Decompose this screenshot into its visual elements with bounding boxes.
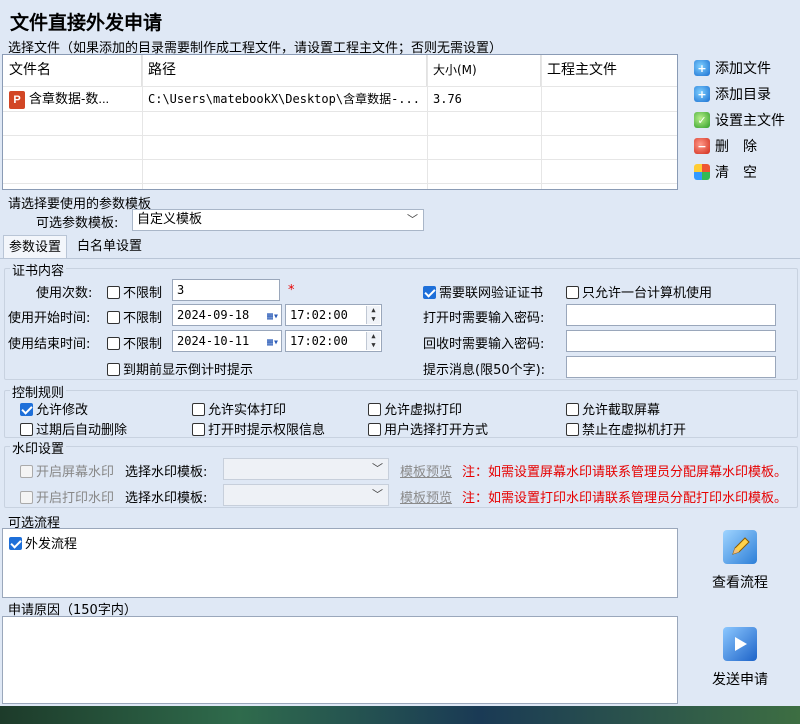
start-time-picker[interactable]: 17:02:00 ▲ ▼ — [285, 304, 382, 326]
send-arrow-icon — [723, 627, 757, 661]
start-time-label: 使用开始时间: — [8, 311, 91, 326]
screen-watermark-note: 注：如需设置屏幕水印请联系管理员分配屏幕水印模板。 — [462, 465, 788, 480]
clear-icon — [694, 164, 710, 180]
prompt-message-label: 提示消息(限50个字): — [423, 363, 546, 378]
one-computer-checkbox[interactable]: 只允许一台计算机使用 — [566, 282, 712, 301]
time-spinner-icon[interactable]: ▲ ▼ — [366, 306, 380, 324]
user-open-mode-checkbox[interactable]: 用户选择打开方式 — [368, 419, 488, 438]
column-header-name[interactable]: 文件名 — [3, 55, 142, 86]
template-select[interactable]: 自定义模板 ﹀ — [132, 209, 424, 231]
chevron-down-icon: ﹀ — [372, 462, 383, 475]
set-main-file-button[interactable]: ✓ 设置主文件 — [694, 109, 798, 131]
screen-template-preview-link[interactable]: 模板预览 — [400, 461, 452, 480]
pen-icon — [723, 530, 757, 564]
clear-button[interactable]: 清 空 — [694, 161, 798, 183]
calendar-icon[interactable]: ▦▾ — [267, 307, 279, 327]
add-folder-button[interactable]: + 添加目录 — [694, 83, 798, 105]
screen-template-select[interactable]: ﹀ — [223, 458, 389, 480]
network-verify-checkbox[interactable]: 需要联网验证证书 — [423, 282, 543, 301]
recycle-password-label: 回收时需要输入密码: — [423, 337, 545, 352]
column-header-main[interactable]: 工程主文件 — [541, 55, 677, 86]
chevron-down-icon: ﹀ — [407, 213, 418, 226]
end-time-picker[interactable]: 17:02:00 ▲ ▼ — [285, 330, 382, 352]
tab-divider — [0, 258, 800, 259]
allow-virtual-print-checkbox[interactable]: 允许虚拟打印 — [368, 399, 462, 418]
watermark-group-title: 水印设置 — [10, 438, 67, 457]
add-file-icon: + — [694, 60, 710, 76]
end-time-label: 使用结束时间: — [8, 337, 91, 352]
print-template-preview-link[interactable]: 模板预览 — [400, 487, 452, 506]
flow-list[interactable]: 外发流程 — [2, 528, 678, 598]
allow-screenshot-checkbox[interactable]: 允许截取屏幕 — [566, 399, 660, 418]
template-label: 可选参数模板: — [36, 216, 119, 231]
file-main-cell — [547, 87, 677, 111]
countdown-checkbox[interactable]: 到期前显示倒计时提示 — [107, 359, 253, 378]
add-file-button[interactable]: + 添加文件 — [694, 57, 798, 79]
window-title: 文件直接外发申请 — [10, 12, 163, 34]
prompt-message-input[interactable] — [566, 356, 776, 378]
list-item[interactable]: 外发流程 — [9, 533, 77, 552]
start-time-unlimited-checkbox[interactable]: 不限制 — [107, 307, 162, 326]
template-section-label: 请选择要使用的参数模板 — [8, 197, 152, 212]
end-time-unlimited-checkbox[interactable]: 不限制 — [107, 333, 162, 352]
print-watermark-note: 注：如需设置打印水印请联系管理员分配打印水印模板。 — [462, 491, 788, 506]
required-mark: * — [288, 283, 295, 298]
print-template-label: 选择水印模板: — [125, 491, 208, 506]
tab-parameter-settings[interactable]: 参数设置 — [3, 235, 68, 259]
reason-textarea[interactable] — [2, 616, 678, 704]
calendar-icon[interactable]: ▦▾ — [267, 333, 279, 353]
table-row[interactable]: P 含章数据-数... — [9, 87, 139, 111]
print-template-select[interactable]: ﹀ — [223, 484, 389, 506]
use-count-unlimited-checkbox[interactable]: 不限制 — [107, 282, 162, 301]
file-table[interactable]: 文件名 路径 大小(M) 工程主文件 P 含章数据-数... C:\Users\m… — [2, 54, 678, 190]
chevron-down-icon: ﹀ — [372, 488, 383, 501]
allow-physical-print-checkbox[interactable]: 允许实体打印 — [192, 399, 286, 418]
start-date-picker[interactable]: 2024-09-18 ▦▾ — [172, 304, 282, 326]
open-password-input[interactable] — [566, 304, 776, 326]
print-watermark-checkbox[interactable]: 开启打印水印 — [20, 487, 114, 506]
show-permission-checkbox[interactable]: 打开时提示权限信息 — [192, 419, 325, 438]
use-count-input[interactable]: 3 — [172, 279, 280, 301]
send-request-button[interactable]: 发送申请 — [695, 623, 785, 695]
auto-delete-checkbox[interactable]: 过期后自动删除 — [20, 419, 127, 438]
cert-group-title: 证书内容 — [10, 260, 67, 279]
add-folder-icon: + — [694, 86, 710, 102]
tab-whitelist-settings[interactable]: 白名单设置 — [72, 235, 147, 259]
desktop-background-strip — [0, 706, 800, 724]
end-date-picker[interactable]: 2024-10-11 ▦▾ — [172, 330, 282, 352]
delete-icon: − — [694, 138, 710, 154]
screen-watermark-checkbox[interactable]: 开启屏幕水印 — [20, 461, 114, 480]
file-name-cell: 含章数据-数... — [29, 91, 110, 106]
view-flow-button[interactable]: 查看流程 — [695, 526, 785, 598]
screen-template-label: 选择水印模板: — [125, 465, 208, 480]
allow-modify-checkbox[interactable]: 允许修改 — [20, 399, 88, 418]
powerpoint-file-icon: P — [9, 90, 25, 109]
open-password-label: 打开时需要输入密码: — [423, 311, 545, 326]
recycle-password-input[interactable] — [566, 330, 776, 352]
block-vm-checkbox[interactable]: 禁止在虚拟机打开 — [566, 419, 686, 438]
file-size-cell: 3.76 — [433, 92, 462, 106]
column-header-size[interactable]: 大小(M) — [427, 55, 541, 86]
column-header-path[interactable]: 路径 — [142, 55, 427, 86]
set-main-file-icon: ✓ — [694, 112, 710, 128]
use-count-label: 使用次数: — [36, 286, 93, 301]
delete-button[interactable]: − 删 除 — [694, 135, 798, 157]
time-spinner-icon[interactable]: ▲ ▼ — [366, 332, 380, 350]
file-path-cell: C:\Users\matebookX\Desktop\含章数据-... — [148, 92, 420, 106]
